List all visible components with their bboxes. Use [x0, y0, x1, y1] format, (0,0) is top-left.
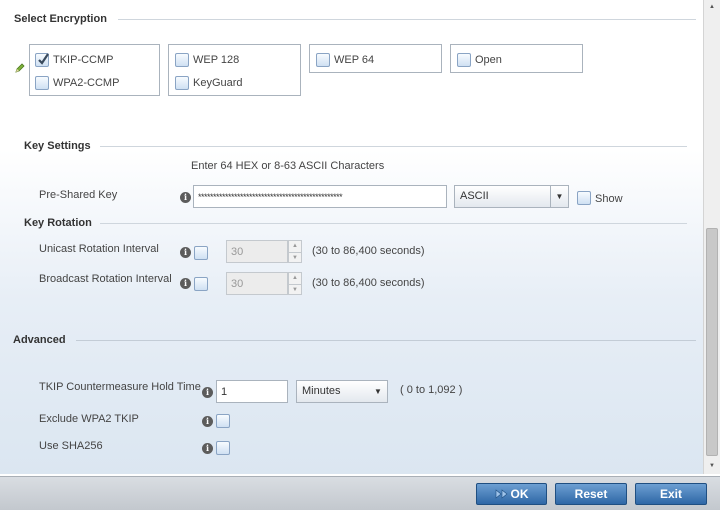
advanced-title: Advanced — [13, 334, 66, 346]
unicast-rotation-label: Unicast Rotation Interval — [39, 243, 159, 255]
ok-label: OK — [510, 487, 529, 501]
key-rotation-title: Key Rotation — [24, 217, 92, 229]
scroll-down-icon[interactable]: ▼ — [706, 461, 718, 471]
broadcast-rotation-range: (30 to 86,400 seconds) — [312, 277, 425, 289]
checkmark-icon — [38, 53, 49, 65]
broadcast-rotation-input[interactable] — [226, 272, 288, 295]
wep64-checkbox[interactable] — [316, 53, 330, 67]
tkip-hold-unit-value: Minutes — [302, 385, 341, 397]
tkip-hold-unit-select[interactable]: Minutes ▼ — [296, 380, 388, 403]
chevron-down-icon: ▼ — [550, 186, 568, 207]
tkip-ccmp-checkbox[interactable] — [35, 53, 49, 67]
wep128-label: WEP 128 — [193, 54, 240, 66]
wep64-label: WEP 64 — [334, 54, 375, 66]
broadcast-rotation-spinner[interactable]: ▲ ▼ — [288, 272, 302, 295]
spin-up-icon: ▲ — [292, 243, 298, 249]
info-icon[interactable]: i — [180, 192, 191, 203]
reset-button[interactable]: Reset — [555, 483, 627, 505]
unicast-rotation-checkbox[interactable] — [194, 246, 208, 260]
select-encryption-title: Select Encryption — [14, 13, 107, 25]
encryption-settings-panel: Select Encryption TKIP-CCMP WPA2-CCMP WE… — [0, 0, 703, 474]
tkip-hold-label: TKIP Countermeasure Hold Time — [39, 381, 201, 393]
chevron-down-icon: ▼ — [374, 387, 382, 396]
tkip-hold-input[interactable] — [216, 380, 288, 403]
unicast-rotation-spinner[interactable]: ▲ ▼ — [288, 240, 302, 263]
keyguard-checkbox[interactable] — [175, 76, 189, 90]
exclude-wpa2-tkip-checkbox[interactable] — [216, 414, 230, 428]
info-icon[interactable]: i — [202, 416, 213, 427]
use-sha256-label: Use SHA256 — [39, 440, 103, 452]
vertical-scrollbar[interactable]: ▲ ▼ — [703, 0, 720, 474]
info-icon[interactable]: i — [202, 387, 213, 398]
ok-button[interactable]: OK — [476, 483, 547, 505]
spin-down-icon: ▼ — [289, 251, 301, 263]
open-label: Open — [475, 54, 502, 66]
double-arrow-icon — [495, 485, 509, 505]
section-divider — [76, 340, 696, 341]
keyguard-label: KeyGuard — [193, 77, 243, 89]
unicast-rotation-input[interactable] — [226, 240, 288, 263]
show-key-label: Show — [595, 193, 623, 205]
psk-input[interactable] — [193, 185, 447, 208]
section-divider — [118, 19, 696, 20]
key-format-value: ASCII — [460, 190, 489, 202]
section-divider — [100, 223, 687, 224]
exclude-wpa2-tkip-label: Exclude WPA2 TKIP — [39, 413, 139, 425]
unicast-rotation-range: (30 to 86,400 seconds) — [312, 245, 425, 257]
info-icon[interactable]: i — [180, 278, 191, 289]
info-icon[interactable]: i — [202, 443, 213, 454]
wpa2-ccmp-label: WPA2-CCMP — [53, 77, 120, 89]
scroll-up-icon[interactable]: ▲ — [706, 2, 718, 12]
pencil-icon — [14, 62, 26, 77]
exit-label: Exit — [659, 487, 682, 501]
section-divider — [100, 146, 687, 147]
tkip-hold-range: ( 0 to 1,092 ) — [400, 384, 463, 396]
broadcast-rotation-checkbox[interactable] — [194, 277, 208, 291]
exit-button[interactable]: Exit — [635, 483, 707, 505]
spin-up-icon: ▲ — [292, 275, 298, 281]
use-sha256-checkbox[interactable] — [216, 441, 230, 455]
key-format-select[interactable]: ASCII ▼ — [454, 185, 569, 208]
spin-down-icon: ▼ — [289, 283, 301, 295]
footer-bar: OK Reset Exit — [0, 476, 720, 510]
wep128-checkbox[interactable] — [175, 53, 189, 67]
open-checkbox[interactable] — [457, 53, 471, 67]
psk-hint: Enter 64 HEX or 8-63 ASCII Characters — [191, 160, 385, 172]
psk-label: Pre-Shared Key — [39, 189, 118, 201]
show-key-checkbox[interactable] — [577, 191, 591, 205]
key-settings-title: Key Settings — [24, 140, 91, 152]
info-icon[interactable]: i — [180, 247, 191, 258]
wpa2-ccmp-checkbox[interactable] — [35, 76, 49, 90]
scroll-thumb[interactable] — [706, 228, 718, 456]
broadcast-rotation-label: Broadcast Rotation Interval — [39, 273, 172, 285]
reset-label: Reset — [574, 487, 608, 501]
tkip-ccmp-label: TKIP-CCMP — [53, 54, 114, 66]
